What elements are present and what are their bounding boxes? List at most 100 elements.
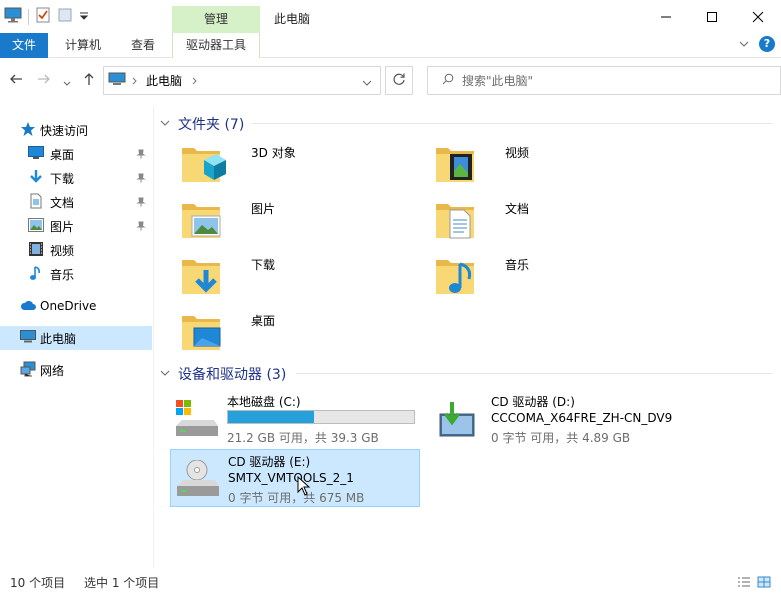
manage-context-group: 管理 xyxy=(172,6,260,33)
pictures-folder-icon xyxy=(180,196,226,242)
status-selected-count: 选中 1 个项目 xyxy=(84,576,160,590)
breadcrumb-separator-icon[interactable] xyxy=(132,74,138,88)
status-bar: 10 个项目 选中 1 个项目 xyxy=(0,570,781,595)
video-icon xyxy=(28,241,44,260)
search-icon xyxy=(442,73,454,88)
tab-computer[interactable]: 计算机 xyxy=(65,33,101,58)
group-divider xyxy=(252,123,772,124)
folder-3d-objects[interactable]: 3D 对象 xyxy=(180,140,430,192)
folder-music[interactable]: 音乐 xyxy=(434,252,684,304)
cloud-icon xyxy=(20,299,36,314)
drive-name: CD 驱动器 (D:) xyxy=(491,395,575,409)
document-icon xyxy=(28,193,44,212)
address-history-icon[interactable] xyxy=(362,76,372,90)
network-icon xyxy=(20,361,36,380)
qat-customize-dropdown-icon[interactable] xyxy=(79,10,89,24)
sidebar-item-downloads[interactable]: 下载 xyxy=(0,166,152,190)
drive-usage-bar xyxy=(227,410,415,424)
refresh-icon xyxy=(392,72,406,90)
navigation-bar: 此电脑 搜索"此电脑" xyxy=(0,64,781,98)
title-bar: 管理 此电脑 xyxy=(0,0,781,33)
computer-icon[interactable] xyxy=(4,7,22,26)
drive-space-info: 21.2 GB 可用，共 39.3 GB xyxy=(227,431,379,445)
search-box[interactable]: 搜索"此电脑" xyxy=(427,66,781,95)
folder-videos[interactable]: 视频 xyxy=(434,140,684,192)
sidebar-label: 此电脑 xyxy=(40,331,77,346)
minimize-button[interactable] xyxy=(643,0,689,33)
folder-name: 下载 xyxy=(251,258,276,272)
large-icons-view-icon[interactable] xyxy=(757,576,771,591)
drive-name: 本地磁盘 (C:) xyxy=(227,395,301,409)
sidebar-item-videos[interactable]: 视频 xyxy=(0,238,152,262)
downloads-folder-icon xyxy=(180,252,226,298)
expand-ribbon-icon[interactable] xyxy=(739,37,749,51)
pin-icon[interactable] xyxy=(136,172,146,186)
drive-volume-label: SMTX_VMTOOLS_2_1 xyxy=(228,471,354,485)
properties-icon[interactable] xyxy=(35,7,51,26)
breadcrumb-chevron-icon[interactable] xyxy=(192,74,198,88)
folder-desktop[interactable]: 桌面 xyxy=(180,308,430,360)
content-pane: 文件夹 (7) 3D 对象 视频 图片 文档 下载 音乐 桌面 设备和驱动器 (… xyxy=(156,106,781,568)
folder-pictures[interactable]: 图片 xyxy=(180,196,430,248)
sidebar-item-this-pc[interactable]: 此电脑 xyxy=(0,326,152,350)
group-divider xyxy=(296,373,772,374)
pin-icon[interactable] xyxy=(136,196,146,210)
desktop-icon xyxy=(28,145,44,163)
file-explorer-window: 管理 此电脑 文件 计算机 查看 驱动器工具 ? 此电脑 搜索"此电脑" 快速访… xyxy=(0,0,781,595)
address-bar[interactable]: 此电脑 xyxy=(103,66,381,95)
tab-file[interactable]: 文件 xyxy=(0,33,48,58)
pin-icon[interactable] xyxy=(136,220,146,234)
tab-view[interactable]: 查看 xyxy=(131,33,155,58)
help-icon[interactable]: ? xyxy=(759,36,775,52)
up-arrow-icon[interactable] xyxy=(82,72,96,90)
sidebar-item-network[interactable]: 网络 xyxy=(0,358,152,382)
qat-separator xyxy=(28,8,29,25)
sidebar-item-desktop[interactable]: 桌面 xyxy=(0,142,152,166)
details-view-icon[interactable] xyxy=(737,576,751,591)
status-item-count: 10 个项目 xyxy=(10,576,66,590)
documents-folder-icon xyxy=(434,196,480,242)
sidebar-item-music[interactable]: 音乐 xyxy=(0,262,152,286)
quick-access-toolbar xyxy=(4,7,89,26)
sidebar-item-pictures[interactable]: 图片 xyxy=(0,214,152,238)
sidebar-item-onedrive[interactable]: OneDrive xyxy=(0,294,152,318)
navigation-pane: 快速访问 桌面 下载 文档 图片 视频 音乐 OneDrive 此电脑 网络 xyxy=(0,106,154,568)
sidebar-label: 音乐 xyxy=(50,267,75,282)
collapse-chevron-icon[interactable] xyxy=(160,369,170,380)
back-arrow-icon[interactable] xyxy=(9,72,23,90)
close-button[interactable] xyxy=(735,0,781,33)
folder-name: 图片 xyxy=(251,202,276,216)
folder-name: 视频 xyxy=(505,146,530,160)
ribbon-tabs: 文件 计算机 查看 驱动器工具 ? xyxy=(0,33,781,58)
music-folder-icon xyxy=(434,252,480,298)
collapse-chevron-icon[interactable] xyxy=(160,119,170,130)
new-folder-icon[interactable] xyxy=(57,7,73,26)
drives-group-header[interactable]: 设备和驱动器 (3) xyxy=(160,364,286,384)
forward-arrow-icon[interactable] xyxy=(37,72,51,90)
folder-downloads[interactable]: 下载 xyxy=(180,252,430,304)
sidebar-label: 桌面 xyxy=(50,147,75,162)
drive-c[interactable]: 本地磁盘 (C:) 21.2 GB 可用，共 39.3 GB xyxy=(170,390,420,448)
sidebar-label: 图片 xyxy=(50,219,75,234)
sidebar-item-quick-access[interactable]: 快速访问 xyxy=(0,118,152,142)
sidebar-label: OneDrive xyxy=(40,299,97,313)
folder-name: 桌面 xyxy=(251,314,276,328)
folder-documents[interactable]: 文档 xyxy=(434,196,684,248)
recent-locations-icon[interactable] xyxy=(63,75,71,91)
3d-objects-folder-icon xyxy=(180,140,226,186)
refresh-button[interactable] xyxy=(385,66,413,95)
breadcrumb-this-pc[interactable]: 此电脑 xyxy=(146,72,182,89)
sidebar-item-documents[interactable]: 文档 xyxy=(0,190,152,214)
pin-icon[interactable] xyxy=(136,148,146,162)
drive-e[interactable]: CD 驱动器 (E:) SMTX_VMTOOLS_2_1 0 字节 可用，共 6… xyxy=(170,449,420,507)
drive-d[interactable]: CD 驱动器 (D:) CCCOMA_X64FRE_ZH-CN_DV9 0 字节… xyxy=(434,390,684,448)
window-controls xyxy=(643,0,781,33)
tab-drive-tools[interactable]: 驱动器工具 xyxy=(172,33,260,58)
this-pc-icon xyxy=(20,329,36,347)
folders-group-header[interactable]: 文件夹 (7) xyxy=(160,114,244,134)
folder-name: 文档 xyxy=(505,202,530,216)
maximize-button[interactable] xyxy=(689,0,735,33)
search-input[interactable]: 搜索"此电脑" xyxy=(462,72,533,89)
folder-name: 3D 对象 xyxy=(251,146,296,160)
ribbon-right-controls: ? xyxy=(739,36,775,52)
